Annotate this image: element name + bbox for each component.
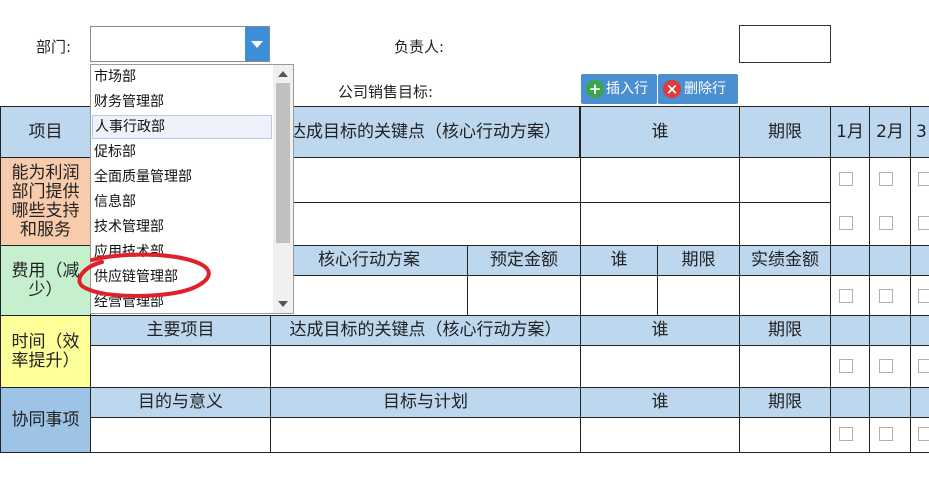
time-header-keypoint-text: 达成目标的关键点（核心行动方案） (289, 320, 562, 340)
checkbox[interactable] (879, 289, 893, 303)
time-header-who-text: 谁 (651, 320, 669, 340)
dropdown-option[interactable]: 市场部 (94, 65, 136, 89)
dropdown-option[interactable]: 技术管理部 (94, 215, 164, 239)
profit-row-2-who[interactable] (580, 202, 740, 246)
header-item-text: 项目 (28, 121, 63, 142)
scroll-down-icon[interactable] (278, 301, 288, 307)
checkbox[interactable] (879, 427, 893, 441)
checkbox[interactable] (839, 172, 853, 186)
coop-header-plan-text: 目标与计划 (383, 392, 468, 412)
header-keypoint-text: 达成目标的关键点（核心行动方案） (289, 121, 561, 142)
delete-row-button[interactable]: × 删除行 (658, 74, 738, 104)
cost-row-actual[interactable] (739, 275, 831, 316)
coop-row-plan[interactable] (270, 417, 581, 453)
time-header-main-text: 主要项目 (146, 320, 215, 340)
checkbox[interactable] (918, 359, 929, 373)
dropdown-option[interactable]: 促标部 (94, 140, 136, 164)
coop-label: 协同事项 (11, 409, 80, 430)
cost-header-deadline-text: 期限 (681, 250, 716, 270)
time-label: 时间（效率提升） (11, 331, 80, 371)
checkbox[interactable] (839, 289, 853, 303)
profit-row-2-deadline[interactable] (739, 202, 831, 246)
header-month-1-text: 1月 (836, 121, 864, 142)
time-row-deadline[interactable] (739, 345, 831, 388)
dropdown-option[interactable]: 财务管理部 (94, 90, 164, 114)
checkbox[interactable] (918, 216, 929, 230)
month-divider-1 (869, 245, 870, 453)
dept-select[interactable] (90, 26, 270, 62)
cost-header-budget-text: 预定金额 (490, 250, 558, 270)
header-who-text: 谁 (651, 121, 669, 142)
checkbox[interactable] (918, 289, 929, 303)
chevron-down-icon[interactable] (245, 27, 269, 61)
checkbox[interactable] (879, 172, 893, 186)
checkbox[interactable] (879, 359, 893, 373)
time-row-main[interactable] (90, 345, 271, 388)
coop-row-who[interactable] (580, 417, 740, 453)
cost-row-who[interactable] (580, 275, 658, 316)
time-header-deadline-text: 期限 (768, 320, 802, 340)
coop-header-purpose-text: 目的与意义 (138, 392, 223, 412)
cost-header-who-text: 谁 (610, 250, 628, 270)
coop-header-deadline-text: 期限 (768, 392, 802, 412)
month-header-band-coop (830, 387, 929, 418)
dropdown-scrollbar[interactable] (273, 65, 293, 313)
time-row-who[interactable] (580, 345, 740, 388)
checkbox[interactable] (839, 427, 853, 441)
month-divider-2 (910, 245, 911, 453)
insert-row-button[interactable]: + 插入行 (581, 74, 657, 104)
close-icon: × (663, 80, 681, 98)
header-month-3-text: 3 (916, 121, 927, 142)
dropdown-option[interactable]: 信息部 (94, 190, 136, 214)
scroll-thumb[interactable] (276, 83, 290, 243)
coop-header-who-text: 谁 (651, 392, 669, 412)
coop-row-deadline[interactable] (739, 417, 831, 453)
plus-icon: + (586, 80, 604, 98)
profit-label: 能为利润部门提供哪些支持和服务 (11, 162, 80, 240)
coop-row-purpose[interactable] (90, 417, 271, 453)
header-deadline-text: 期限 (768, 121, 802, 142)
dropdown-option[interactable]: 全面质量管理部 (94, 165, 192, 189)
checkbox[interactable] (918, 172, 929, 186)
scroll-up-icon[interactable] (278, 71, 288, 77)
cost-row-deadline[interactable] (657, 275, 740, 316)
checkbox[interactable] (839, 359, 853, 373)
checkbox[interactable] (879, 216, 893, 230)
cost-header-actual-text: 实绩金额 (751, 250, 819, 270)
profit-row-1-deadline[interactable] (739, 157, 831, 203)
cost-header-plan-text: 核心行动方案 (318, 250, 420, 270)
profit-row-1-who[interactable] (580, 157, 740, 203)
checkbox[interactable] (839, 216, 853, 230)
month-header-band-time (830, 315, 929, 346)
dept-label: 部门: (36, 38, 72, 56)
cost-row-budget[interactable] (467, 275, 581, 316)
owner-label: 负责人: (394, 38, 445, 56)
red-circle-annotation (77, 252, 211, 298)
checkbox[interactable] (918, 427, 929, 441)
month-header-band-cost (830, 245, 929, 276)
header-month-2-text: 2月 (876, 121, 904, 142)
dropdown-option-highlighted[interactable]: 人事行政部 (92, 115, 272, 139)
time-row-keypoint[interactable] (270, 345, 581, 388)
sales-target-label: 公司销售目标: (338, 83, 434, 101)
owner-input[interactable] (739, 25, 831, 63)
